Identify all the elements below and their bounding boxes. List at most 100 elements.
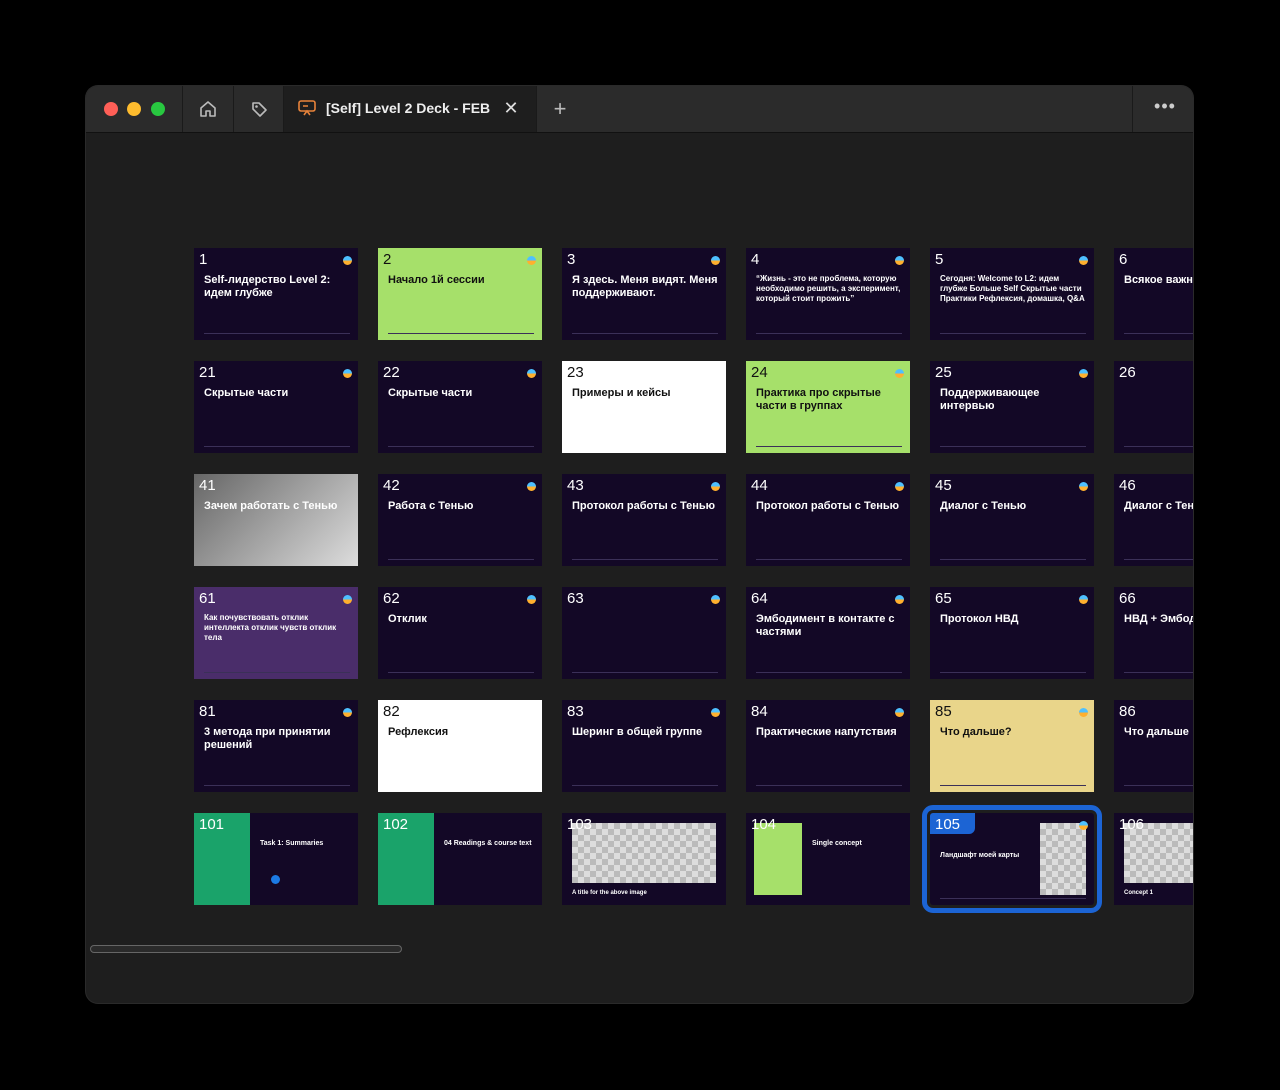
slide-thumbnail[interactable]: 86 Что дальше bbox=[1114, 700, 1193, 792]
slide-thumbnail[interactable]: 44 Протокол работы с Тенью bbox=[746, 474, 910, 566]
slide-number: 43 bbox=[567, 477, 584, 494]
slide-thumbnail[interactable]: 5 Сегодня: Welcome to L2: идем глубже Бол… bbox=[930, 248, 1094, 340]
slide-title: Ландшафт моей карты bbox=[940, 852, 1020, 859]
slide-title: Шеринг в общей группе bbox=[572, 726, 703, 738]
slide-number: 63 bbox=[567, 590, 584, 607]
slide-thumbnail[interactable]: 81 3 метода при принятии решений bbox=[194, 700, 358, 792]
slide-thumbnail[interactable]: 4 “Жизнь - это не проблема, которую необх… bbox=[746, 248, 910, 340]
slide-title: 04 Readings & course text bbox=[444, 840, 532, 847]
slide-thumbnail[interactable]: 42 Работа с Тенью bbox=[378, 474, 542, 566]
slide-footer-line bbox=[388, 559, 534, 560]
slide-footer-line bbox=[572, 333, 718, 334]
slide-thumbnail[interactable]: 45 Диалог с Тенью bbox=[930, 474, 1094, 566]
close-icon[interactable]: ✕ bbox=[502, 99, 520, 117]
logo-icon bbox=[895, 595, 904, 604]
slide-number: 86 bbox=[1119, 703, 1136, 720]
slide-footer-line bbox=[756, 559, 902, 560]
slide-number: 22 bbox=[383, 364, 400, 381]
slide-number: 81 bbox=[199, 703, 216, 720]
slide-thumbnail[interactable]: 83 Шеринг в общей группе bbox=[562, 700, 726, 792]
slide-thumbnail[interactable]: 82 Рефлексия bbox=[378, 700, 542, 792]
presentation-icon bbox=[298, 100, 316, 116]
slide-number: 24 bbox=[751, 364, 768, 381]
more-icon[interactable]: ••• bbox=[1140, 86, 1190, 132]
close-window-button[interactable] bbox=[104, 102, 118, 116]
title-bar: [Self] Level 2 Deck - FEB ✕ + ••• bbox=[86, 86, 1193, 133]
logo-icon bbox=[895, 369, 904, 378]
slide-thumbnail[interactable]: 63 bbox=[562, 587, 726, 679]
slide-title: Рефлексия bbox=[388, 726, 449, 738]
zoom-window-button[interactable] bbox=[151, 102, 165, 116]
tag-button[interactable] bbox=[234, 86, 284, 132]
slide-title: A title for the above image bbox=[572, 890, 647, 896]
slide-number: 2 bbox=[383, 251, 392, 268]
slide-number: 25 bbox=[935, 364, 952, 381]
slide-number: 85 bbox=[935, 703, 952, 720]
slide-thumbnail[interactable]: 43 Протокол работы с Тенью bbox=[562, 474, 726, 566]
minimize-window-button[interactable] bbox=[127, 102, 141, 116]
slide-number: 101 bbox=[199, 816, 225, 833]
slide-title: Как почувствовать отклик интеллекта откл… bbox=[204, 613, 337, 642]
slide-thumbnail[interactable]: 25 Поддерживающее интервью bbox=[930, 361, 1094, 453]
slide-footer-line bbox=[1124, 446, 1193, 447]
slide-footer-line bbox=[756, 446, 902, 447]
divider bbox=[1132, 86, 1133, 132]
slide-title: Self-лидерство Level 2: идем глубже bbox=[204, 274, 331, 299]
slide-thumbnail[interactable]: 101 Task 1: Summaries bbox=[194, 813, 358, 905]
slide-number: 5 bbox=[935, 251, 944, 268]
slide-thumbnail[interactable]: 103 A title for the above image bbox=[562, 813, 726, 905]
slide-footer-line bbox=[388, 446, 534, 447]
slide-footer-line bbox=[388, 672, 534, 673]
page-indicator bbox=[271, 875, 280, 884]
slide-number: 46 bbox=[1119, 477, 1136, 494]
slide-thumbnail[interactable]: 46 Диалог с Тенью bbox=[1114, 474, 1193, 566]
slide-thumbnail[interactable]: 3 Я здесь. Меня видят. Меня поддерживают. bbox=[562, 248, 726, 340]
slide-thumbnail[interactable]: 62 Отклик bbox=[378, 587, 542, 679]
logo-icon bbox=[527, 595, 536, 604]
app-window: [Self] Level 2 Deck - FEB ✕ + ••• 1 Self-… bbox=[86, 86, 1193, 1003]
slide-thumbnail[interactable]: 61 Как почувствовать отклик интеллекта от… bbox=[194, 587, 358, 679]
slide-title: Concept 1 bbox=[1124, 890, 1154, 896]
slide-thumbnail[interactable]: 41 Зачем работать с Тенью bbox=[194, 474, 358, 566]
slide-thumbnail[interactable]: 2 Начало 1й сессии bbox=[378, 248, 542, 340]
slide-thumbnail[interactable]: 105 Ландшафт моей карты bbox=[922, 805, 1102, 913]
slide-thumbnail[interactable]: 24 Практика про скрытые части в группах bbox=[746, 361, 910, 453]
home-button[interactable] bbox=[183, 86, 233, 132]
slide-grid: 1 Self-лидерство Level 2: идем глубже 2 Нач… bbox=[86, 133, 1193, 1003]
slide-number: 83 bbox=[567, 703, 584, 720]
slide-thumbnail[interactable]: 104 Single concept bbox=[746, 813, 910, 905]
slide-thumbnail[interactable]: 106 Concept 1 bbox=[1114, 813, 1193, 905]
slide-footer-line bbox=[572, 785, 718, 786]
slide-thumbnail[interactable]: 65 Протокол НВД bbox=[930, 587, 1094, 679]
slide-thumbnail[interactable]: 1 Self-лидерство Level 2: идем глубже bbox=[194, 248, 358, 340]
slide-thumbnail[interactable]: 23 Примеры и кейсы bbox=[562, 361, 726, 453]
slide-footer-line bbox=[388, 333, 534, 334]
logo-icon bbox=[343, 369, 352, 378]
slide-number: 26 bbox=[1119, 364, 1136, 381]
slide-thumbnail[interactable]: 26 bbox=[1114, 361, 1193, 453]
slide-thumbnail[interactable]: 84 Практические напутствия bbox=[746, 700, 910, 792]
slide-number: 105 bbox=[935, 816, 961, 833]
slide-title: Что дальше bbox=[1124, 726, 1189, 738]
logo-icon bbox=[711, 482, 720, 491]
slide-number: 42 bbox=[383, 477, 400, 494]
slide-number: 1 bbox=[199, 251, 208, 268]
slide-thumbnail[interactable]: 64 Эмбодимент в контакте с частями bbox=[746, 587, 910, 679]
slide-footer-line bbox=[940, 785, 1086, 786]
slide-title: Я здесь. Меня видят. Меня поддерживают. bbox=[572, 274, 718, 299]
slide-number: 61 bbox=[199, 590, 216, 607]
slide-thumbnail[interactable]: 85 Что дальше? bbox=[930, 700, 1094, 792]
plus-icon[interactable]: + bbox=[548, 97, 572, 121]
slide-thumbnail[interactable]: 66 НВД + Эмбодиме bbox=[1114, 587, 1193, 679]
logo-icon bbox=[711, 708, 720, 717]
slide-thumbnail[interactable]: 21 Скрытые части bbox=[194, 361, 358, 453]
tab-deck[interactable]: [Self] Level 2 Deck - FEB ✕ bbox=[284, 86, 536, 132]
slide-footer-line bbox=[204, 333, 350, 334]
slide-thumbnail[interactable]: 6 Всякое важное в bbox=[1114, 248, 1193, 340]
slide-thumbnail[interactable]: 102 04 Readings & course text bbox=[378, 813, 542, 905]
slide-title: Поддерживающее интервью bbox=[940, 387, 1040, 412]
slide-title: Скрытые части bbox=[204, 387, 289, 399]
slide-number: 44 bbox=[751, 477, 768, 494]
slide-thumbnail[interactable]: 22 Скрытые части bbox=[378, 361, 542, 453]
horizontal-scrollbar[interactable] bbox=[90, 945, 402, 953]
